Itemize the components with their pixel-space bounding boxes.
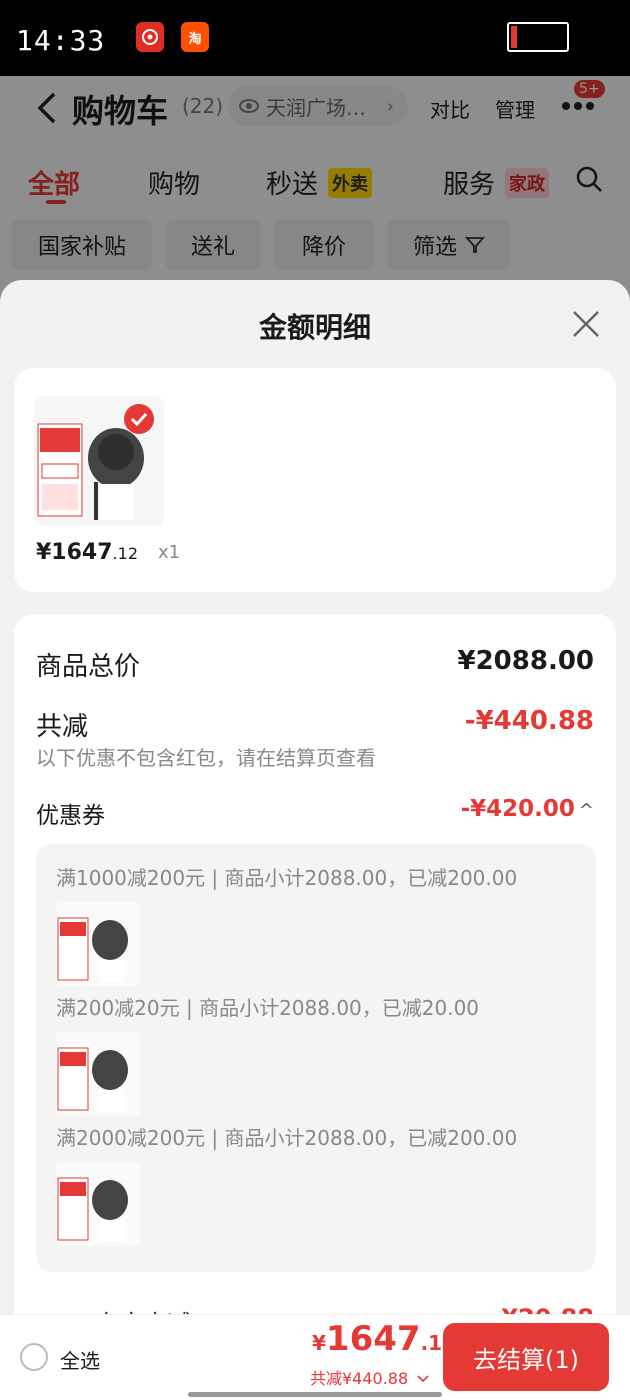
total-discount: 共减¥440.88	[310, 1369, 409, 1388]
total-price: ¥1647.12	[312, 1319, 456, 1359]
total-discount-toggle[interactable]: 共减¥440.88	[310, 1365, 429, 1389]
coupon-line-2: 满200减20元 | 商品小计2088.00，已减20.00	[56, 996, 480, 1020]
battery-icon	[507, 22, 569, 52]
dim-overlay[interactable]	[0, 76, 630, 306]
product-price: ¥1647.12	[36, 540, 138, 565]
total-currency: ¥	[312, 1331, 326, 1355]
pinduoduo-icon	[136, 22, 164, 52]
product-quantity: x1	[158, 542, 181, 563]
coupon-label: 优惠券	[36, 803, 105, 829]
product-card: ¥1647.12 x1	[14, 368, 616, 592]
home-indicator	[188, 1392, 442, 1397]
coupon-line-3: 满2000减200元 | 商品小计2088.00，已减200.00	[56, 1126, 518, 1150]
taobao-icon: 淘	[181, 22, 209, 52]
total-price-int: 1647	[325, 1319, 421, 1359]
total-label: 商品总价	[36, 652, 141, 682]
product-price-dec: .12	[112, 544, 138, 563]
discount-label: 共减	[36, 712, 89, 742]
amount-detail-sheet: 金额明细 ¥1647.12 x1 商品总价 ¥2088.00 共减 -¥440.…	[0, 280, 630, 1314]
coupon-line-1: 满1000减200元 | 商品小计2088.00，已减200.00	[56, 866, 518, 890]
discount-note: 以下优惠不包含红包，请在结算页查看	[36, 746, 376, 770]
coupon-value: -¥420.00	[460, 796, 575, 822]
total-value: ¥2088.00	[457, 646, 594, 676]
coupon-list: 满1000减200元 | 商品小计2088.00，已减200.00 满200减2…	[36, 844, 596, 1272]
checkout-bar: 全选 ¥1647.12 共减¥440.88 去结算(1)	[0, 1314, 630, 1400]
discount-value: -¥440.88	[464, 706, 594, 736]
coupon-product-image-2	[56, 1032, 140, 1116]
price-breakdown-card: 商品总价 ¥2088.00 共减 -¥440.88 以下优惠不包含红包，请在结算…	[14, 614, 616, 1314]
selected-check-icon	[124, 404, 154, 434]
plus-discount-value: -¥20.88	[491, 1304, 594, 1314]
select-all-label[interactable]: 全选	[60, 1345, 100, 1374]
chevron-down-icon	[417, 1375, 429, 1383]
close-icon[interactable]	[570, 308, 602, 340]
chevron-up-icon: ^	[578, 800, 594, 821]
plus-discount-label: PLUS专享立减	[36, 1304, 191, 1314]
status-time: 14:33	[16, 24, 106, 57]
checkout-button[interactable]: 去结算(1)	[443, 1323, 609, 1391]
status-bar: 14:33 淘	[0, 0, 630, 76]
coupon-toggle[interactable]: -¥420.00 ^	[461, 796, 594, 822]
select-all-radio[interactable]	[20, 1343, 48, 1371]
product-price-int: ¥1647	[36, 540, 113, 565]
coupon-product-image-1	[56, 902, 140, 986]
sheet-title: 金额明细	[258, 311, 371, 344]
coupon-product-image-3	[56, 1162, 140, 1246]
